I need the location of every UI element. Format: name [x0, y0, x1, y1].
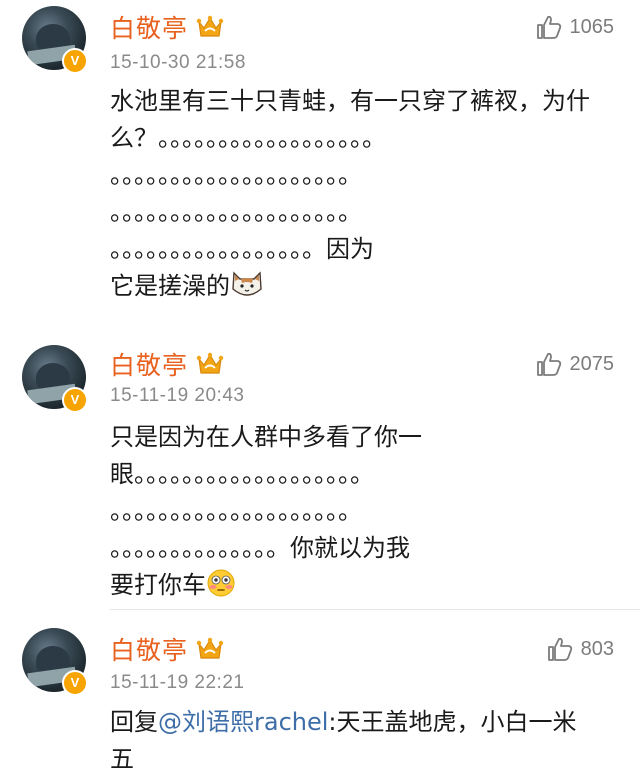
thumbs-up-icon: [547, 637, 572, 661]
cat-emoji: [230, 269, 264, 310]
crown-icon: [196, 352, 224, 374]
like-count: 1065: [569, 15, 615, 38]
like-button[interactable]: 1065: [536, 14, 615, 40]
username[interactable]: 白敬亭: [110, 346, 188, 382]
verified-badge-icon: V: [62, 387, 88, 413]
like-count: 2075: [569, 352, 615, 375]
username-row: 白敬亭: [110, 632, 224, 666]
timestamp: 15-11-19 22:21: [110, 672, 245, 693]
username-row: 白敬亭: [110, 10, 224, 44]
like-count: 803: [580, 637, 614, 660]
username[interactable]: 白敬亭: [110, 631, 188, 667]
crown-icon: [196, 637, 224, 659]
like-button[interactable]: 803: [547, 636, 614, 662]
crown-icon: [196, 15, 224, 37]
flushed-emoji: [206, 568, 236, 609]
comment-item: V 白敬亭 15-11-19 22:21 803 回复@刘语熙rachel:天王…: [0, 620, 640, 774]
verified-badge-icon: V: [62, 670, 88, 696]
comment-item: V 白敬亭 15-11-19 20:43 2075 只是因为在人群中多看了你一 …: [0, 345, 640, 607]
comment-text: 回复@刘语熙rachel:天王盖地虎，小白一米 五: [110, 708, 577, 773]
thumbs-up-icon: [536, 15, 561, 39]
username[interactable]: 白敬亭: [110, 9, 188, 45]
mention-link[interactable]: @刘语熙rachel: [158, 708, 328, 736]
verified-badge-icon: V: [62, 48, 88, 74]
timestamp: 15-11-19 20:43: [110, 385, 245, 406]
divider: [110, 609, 640, 610]
comment-text: 只是因为在人群中多看了你一 眼。。。。。。。。。。。。。。。。。。。 。。。。。…: [110, 419, 610, 609]
like-button[interactable]: 2075: [536, 351, 615, 377]
username-row: 白敬亭: [110, 347, 224, 381]
timestamp: 15-10-30 21:58: [110, 52, 246, 73]
reply-prefix: 回复: [110, 708, 158, 736]
comment-text: 水池里有三十只青蛙，有一只穿了裤衩，为什 么？。。。。。。。。。。。。。。。。。…: [110, 83, 610, 310]
thumbs-up-icon: [536, 352, 561, 376]
comment-item: V 白敬亭 15-10-30 21:58 1065 水池里有三十只青蛙，有一只穿…: [0, 0, 640, 345]
